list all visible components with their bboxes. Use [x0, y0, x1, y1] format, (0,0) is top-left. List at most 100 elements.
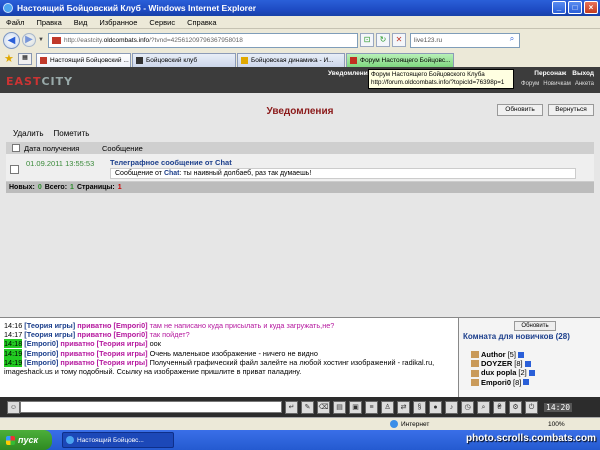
search-input[interactable]: live123.ru ⌕	[409, 32, 520, 48]
chat-time: 14:16	[4, 321, 23, 330]
user-list-item[interactable]: dux popla [2]	[471, 368, 535, 377]
search-chat-icon[interactable]: ⌕	[477, 400, 490, 414]
windows-flag-icon	[6, 435, 15, 445]
dot-icon[interactable]: ●	[429, 400, 442, 414]
userlist-refresh-button[interactable]: Обновить	[514, 321, 556, 331]
eraser-icon[interactable]: ⌫	[317, 400, 330, 414]
gear-icon[interactable]: ⚙	[509, 400, 522, 414]
select-all-checkbox[interactable]	[12, 144, 20, 152]
row-date: 01.09.2011 13:55:53	[26, 159, 95, 168]
back-link-button[interactable]: Вернуться	[548, 104, 594, 116]
close-button[interactable]: ×	[584, 1, 598, 14]
mark-button[interactable]: Пометить	[54, 129, 90, 138]
maximize-button[interactable]: □	[568, 1, 582, 14]
tab-dynamics[interactable]: Бойцовская динамика - И...	[237, 53, 345, 67]
search-icon[interactable]: ⌕	[505, 34, 519, 47]
start-button[interactable]: пуск	[0, 430, 52, 450]
watermark: photo.scrolls.combats.com	[465, 433, 596, 444]
chat-text: так пойдет?	[149, 330, 190, 340]
url-input[interactable]: http://eastcity.oldcombats.info/?tvnd=42…	[47, 32, 358, 48]
trade-icon[interactable]: ⇄	[397, 400, 410, 414]
send-icon[interactable]: ↵	[285, 400, 298, 414]
user-info-icon[interactable]	[524, 360, 531, 367]
menu-favorites[interactable]: Избранное	[99, 18, 137, 27]
refresh-button[interactable]: Обновить	[497, 104, 543, 116]
row-checkbox[interactable]	[10, 165, 19, 174]
music-icon[interactable]: ♪	[445, 400, 458, 414]
tab-favicon-icon	[40, 57, 47, 64]
user-name[interactable]: dux popla	[481, 368, 516, 377]
chat-private-tag[interactable]: приватно [Empori0]	[77, 321, 147, 330]
user-list-item[interactable]: Author [5]	[471, 350, 535, 359]
menu-help[interactable]: Справка	[187, 18, 216, 27]
menu-view[interactable]: Вид	[74, 18, 88, 27]
chat-nick[interactable]: [Теория игры]	[24, 321, 75, 330]
chat-private-tag[interactable]: приватно [Теория игры]	[60, 349, 147, 358]
chat-input[interactable]	[20, 401, 282, 413]
nav-notifications[interactable]: Уведомления	[328, 70, 372, 77]
smiley-icon[interactable]: ☺	[7, 400, 20, 414]
chat-nick[interactable]: [Empori0]	[24, 358, 58, 367]
compat-view-icon[interactable]: ⊡	[359, 33, 374, 47]
row-subject[interactable]: Телеграфное сообщение от Chat	[110, 158, 232, 167]
exit-icon[interactable]: ⏻	[525, 400, 538, 414]
tab-forum[interactable]: Форум Настоящего Бойцовс...	[346, 53, 454, 67]
tab-combats[interactable]: Бойцовский клуб	[132, 53, 236, 67]
quick-tabs-icon[interactable]: ▦	[18, 53, 32, 65]
gold-icon[interactable]: ₴	[493, 400, 506, 414]
user-info-icon[interactable]	[528, 370, 535, 376]
user-align-icon	[471, 378, 479, 386]
back-button[interactable]: ◀	[3, 31, 20, 49]
user-info-icon[interactable]	[517, 351, 524, 358]
tab-oldcombats[interactable]: Настоящий Бойцовский ... ×	[36, 53, 131, 67]
menu-edit[interactable]: Правка	[36, 18, 61, 27]
refresh-icon[interactable]: ↻	[375, 33, 390, 47]
forward-button[interactable]: ▶	[22, 33, 36, 47]
tab-bar: ★ ▦ Настоящий Бойцовский ... × Бойцовски…	[0, 51, 600, 67]
nav-logout[interactable]: Выход	[572, 70, 594, 77]
table-row[interactable]: 01.09.2011 13:55:53 Телеграфное сообщени…	[6, 154, 594, 182]
stop-icon[interactable]: ✕	[391, 33, 406, 47]
site-subnav: Форум Новичкам Анкета	[521, 81, 594, 87]
chat-sidebar: Обновить Комната для новичков (28) Autho…	[458, 317, 600, 397]
user-info-icon[interactable]	[523, 379, 530, 386]
user-name[interactable]: DOYZER	[481, 359, 512, 368]
user-name[interactable]: Author	[481, 350, 506, 359]
minimize-button[interactable]: _	[552, 1, 566, 14]
user-level: [8]	[513, 377, 522, 387]
clear-icon[interactable]: ✎	[301, 400, 314, 414]
chat-private-tag[interactable]: приватно [Теория игры]	[60, 339, 147, 348]
chat-nick[interactable]: [Empori0]	[24, 339, 58, 348]
security-zone: Интернет	[390, 420, 429, 428]
walk-icon[interactable]: ♙	[381, 400, 394, 414]
subnav-newbies[interactable]: Новичкам	[543, 81, 571, 87]
chat-private-tag[interactable]: приватно [Empori0]	[77, 330, 147, 339]
menu-file[interactable]: Файл	[6, 18, 24, 27]
windows-taskbar: пуск Настоящий Бойцовс... photo.scrolls.…	[0, 430, 600, 450]
list-icon[interactable]: ≡	[365, 400, 378, 414]
col-date-header: Дата получения	[24, 143, 80, 153]
site-nav-right: Персонаж Выход	[534, 70, 594, 77]
chat-nick[interactable]: [Теория игры]	[24, 330, 75, 339]
user-name[interactable]: Empori0	[481, 378, 511, 387]
scroll-icon[interactable]: §	[413, 400, 426, 414]
menu-tools[interactable]: Сервис	[149, 18, 175, 27]
save-icon[interactable]: ▣	[349, 400, 362, 414]
filter-icon[interactable]: ▤	[333, 400, 346, 414]
site-logo[interactable]: EASTCITY	[6, 75, 73, 88]
zoom-level[interactable]: 100%	[548, 421, 565, 428]
delete-button[interactable]: Удалить	[13, 129, 44, 138]
favorites-star-icon[interactable]: ★	[4, 53, 16, 65]
subnav-profile[interactable]: Анкета	[575, 81, 594, 87]
user-list-item[interactable]: Empori0 [8]	[471, 378, 535, 387]
nav-character[interactable]: Персонаж	[534, 70, 566, 77]
chat-nick[interactable]: [Empori0]	[24, 349, 58, 358]
user-list-item[interactable]: DOYZER [8]	[471, 359, 535, 368]
chat-private-tag[interactable]: приватно [Теория игры]	[60, 358, 147, 367]
chat-log[interactable]: 14:16 [Теория игры] приватно [Empori0] т…	[0, 317, 458, 397]
subnav-forum[interactable]: Форум	[521, 81, 539, 87]
clock-icon[interactable]: ◷	[461, 400, 474, 414]
taskbar-item-ie[interactable]: Настоящий Бойцовс...	[62, 432, 174, 448]
history-dropdown-icon[interactable]: ▼	[38, 37, 44, 43]
window-controls: _ □ ×	[552, 1, 598, 14]
